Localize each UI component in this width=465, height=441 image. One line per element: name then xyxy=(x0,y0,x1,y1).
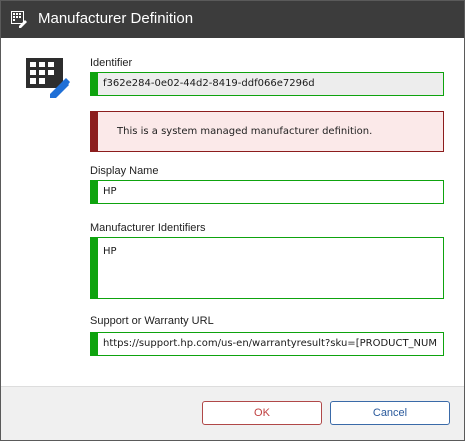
system-managed-banner: This is a system managed manufacturer de… xyxy=(90,111,444,152)
ok-button[interactable]: OK xyxy=(202,401,322,425)
cancel-button[interactable]: Cancel xyxy=(330,401,450,425)
display-name-label: Display Name xyxy=(90,165,159,177)
banner-text: This is a system managed manufacturer de… xyxy=(117,126,373,137)
manufacturer-identifiers-field[interactable]: HP xyxy=(90,237,444,299)
display-name-field[interactable]: HP xyxy=(90,180,444,204)
dialog-content: Identifier f362e284-0e02-44d2-8419-ddf06… xyxy=(1,38,464,386)
window-title: Manufacturer Definition xyxy=(38,10,194,27)
support-url-label: Support or Warranty URL xyxy=(90,315,214,327)
manufacturer-identifiers-label: Manufacturer Identifiers xyxy=(90,222,206,234)
footer-divider xyxy=(1,386,464,387)
title-bar[interactable]: Manufacturer Definition xyxy=(1,1,464,38)
dialog-window: Manufacturer Definition Identifier f362e… xyxy=(0,0,465,441)
support-url-field[interactable]: https://support.hp.com/us-en/warrantyres… xyxy=(90,332,444,356)
building-edit-icon xyxy=(22,54,70,99)
identifier-field[interactable]: f362e284-0e02-44d2-8419-ddf066e7296d xyxy=(90,72,444,96)
identifier-label: Identifier xyxy=(90,57,133,69)
manufacturer-edit-icon xyxy=(11,11,28,28)
